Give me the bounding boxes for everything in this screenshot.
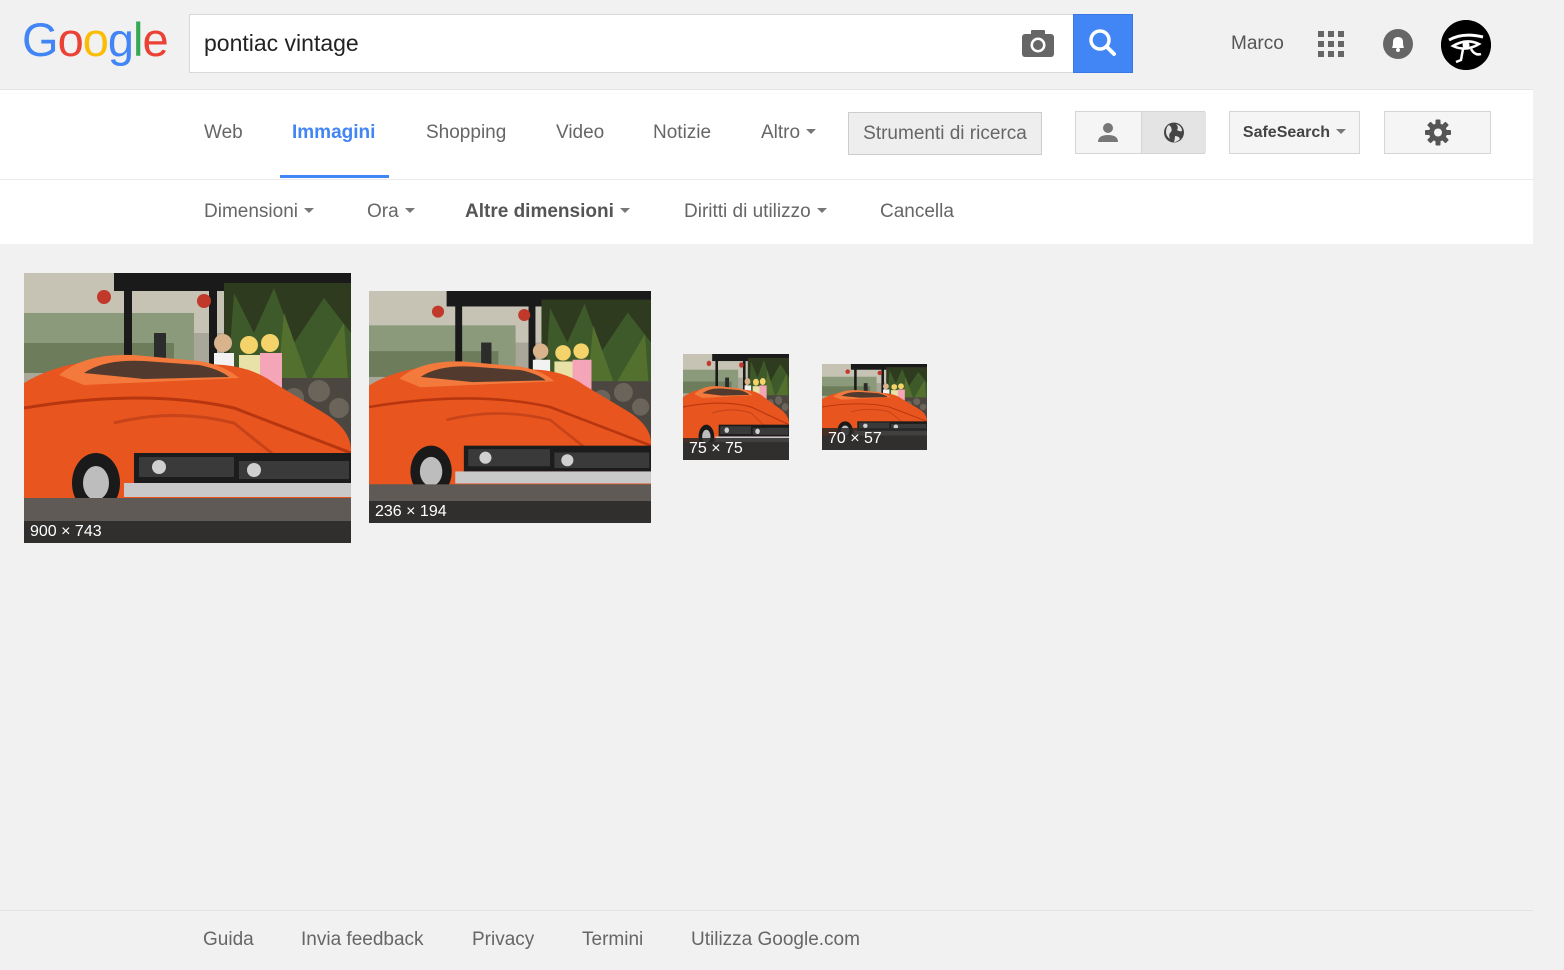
image-result[interactable]: 75 × 75 [683, 354, 789, 460]
car-image [24, 273, 351, 543]
globe-icon [1164, 122, 1184, 143]
chevron-down-icon [404, 208, 415, 214]
tool-label: Diritti di utilizzo [684, 201, 811, 222]
tab-label: Notizie [653, 122, 712, 143]
image-dimensions: 75 × 75 [683, 438, 789, 460]
footer-link-feedback[interactable]: Invia feedback [301, 911, 424, 969]
image-result[interactable]: 900 × 743 [24, 273, 351, 543]
logo-letter: G [22, 13, 59, 66]
tool-altre-dimensioni[interactable]: Altre dimensioni [465, 180, 630, 244]
chevron-down-icon [816, 208, 827, 214]
view-toggle [1075, 111, 1206, 154]
tab-immagini[interactable]: Immagini [280, 90, 389, 178]
tool-ora[interactable]: Ora [367, 180, 415, 244]
tab-video[interactable]: Video [544, 90, 616, 178]
tab-label: Web [204, 122, 243, 143]
logo-letter: g [107, 13, 134, 66]
tab-label: Altro [761, 122, 801, 143]
car-image [369, 291, 651, 523]
logo-letter: l [132, 13, 144, 66]
private-results-button[interactable] [1076, 112, 1141, 153]
bell-icon[interactable] [1382, 28, 1414, 60]
settings-button[interactable] [1384, 111, 1491, 154]
image-dimensions: 70 × 57 [822, 428, 927, 450]
user-name-link[interactable]: Marco [1231, 33, 1284, 55]
chevron-down-icon [619, 208, 630, 214]
footer-link-guida[interactable]: Guida [203, 911, 254, 969]
gear-icon [1425, 119, 1451, 146]
tool-label: Cancella [880, 201, 954, 222]
tool-diritti-di-utilizzo[interactable]: Diritti di utilizzo [684, 180, 827, 244]
search-input[interactable] [204, 15, 1004, 72]
search-box [189, 14, 1074, 73]
tool-cancella[interactable]: Cancella [880, 180, 954, 244]
chevron-down-icon [806, 129, 817, 135]
logo-letter: o [57, 13, 84, 66]
tabs-bar: Web Immagini Shopping Video Notizie Altr… [0, 90, 1533, 180]
tool-label: Ora [367, 201, 399, 222]
search-tools-button[interactable]: Strumenti di ricerca [848, 112, 1042, 155]
image-result[interactable]: 236 × 194 [369, 291, 651, 523]
tab-altro[interactable]: Altro [749, 90, 828, 178]
logo-letter: e [142, 13, 168, 66]
page: Google Marco [0, 0, 1533, 970]
chevron-down-icon [303, 208, 314, 214]
global-results-button[interactable] [1141, 112, 1206, 153]
image-dimensions: 900 × 743 [24, 521, 351, 543]
footer: Guida Invia feedback Privacy Termini Uti… [0, 910, 1533, 970]
image-results: 900 × 743 236 × 194 75 × 75 70 × 57 [0, 244, 1533, 910]
search-tools-bar: Dimensioni Ora Altre dimensioni Diritti … [0, 180, 1533, 244]
avatar[interactable] [1441, 20, 1491, 70]
chevron-down-icon [1336, 129, 1347, 135]
safesearch-label: SafeSearch [1242, 124, 1331, 141]
person-icon [1098, 123, 1118, 142]
tab-shopping[interactable]: Shopping [414, 90, 518, 178]
tab-label: Video [556, 122, 605, 143]
footer-link-termini[interactable]: Termini [582, 911, 643, 969]
footer-link-privacy[interactable]: Privacy [472, 911, 534, 969]
google-logo[interactable]: Google [22, 13, 169, 66]
tool-label: Altre dimensioni [465, 201, 614, 222]
tab-notizie[interactable]: Notizie [641, 90, 723, 178]
header: Google Marco [0, 0, 1533, 90]
tab-label: Immagini [292, 122, 376, 143]
camera-icon[interactable] [1020, 28, 1056, 60]
image-dimensions: 236 × 194 [369, 501, 651, 523]
magnifier-icon [1089, 29, 1116, 56]
tab-web[interactable]: Web [192, 90, 255, 178]
tool-label: Dimensioni [204, 201, 298, 222]
eye-of-horus-icon [1441, 20, 1491, 70]
footer-link-google-com[interactable]: Utilizza Google.com [691, 911, 860, 969]
safesearch-button[interactable]: SafeSearch [1229, 111, 1360, 154]
apps-grid-icon[interactable] [1318, 31, 1344, 57]
search-button[interactable] [1073, 14, 1133, 73]
tool-dimensioni[interactable]: Dimensioni [204, 180, 314, 244]
logo-letter: o [82, 13, 109, 66]
image-result[interactable]: 70 × 57 [822, 364, 927, 450]
tab-label: Shopping [426, 122, 507, 143]
